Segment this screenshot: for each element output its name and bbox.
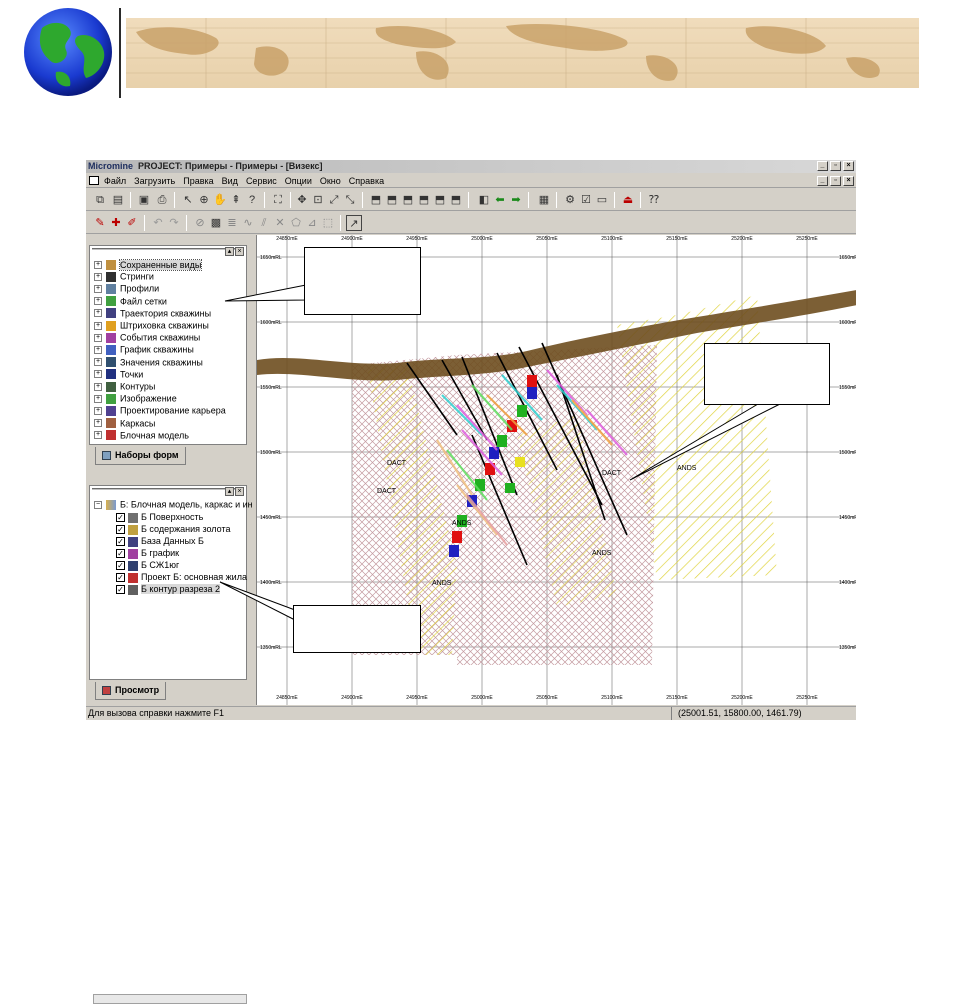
callout-box-section: [704, 343, 830, 405]
callout-box-forms: [304, 247, 421, 315]
horizontal-scrollbar[interactable]: [93, 994, 247, 1004]
callout-box-display: [293, 605, 421, 653]
